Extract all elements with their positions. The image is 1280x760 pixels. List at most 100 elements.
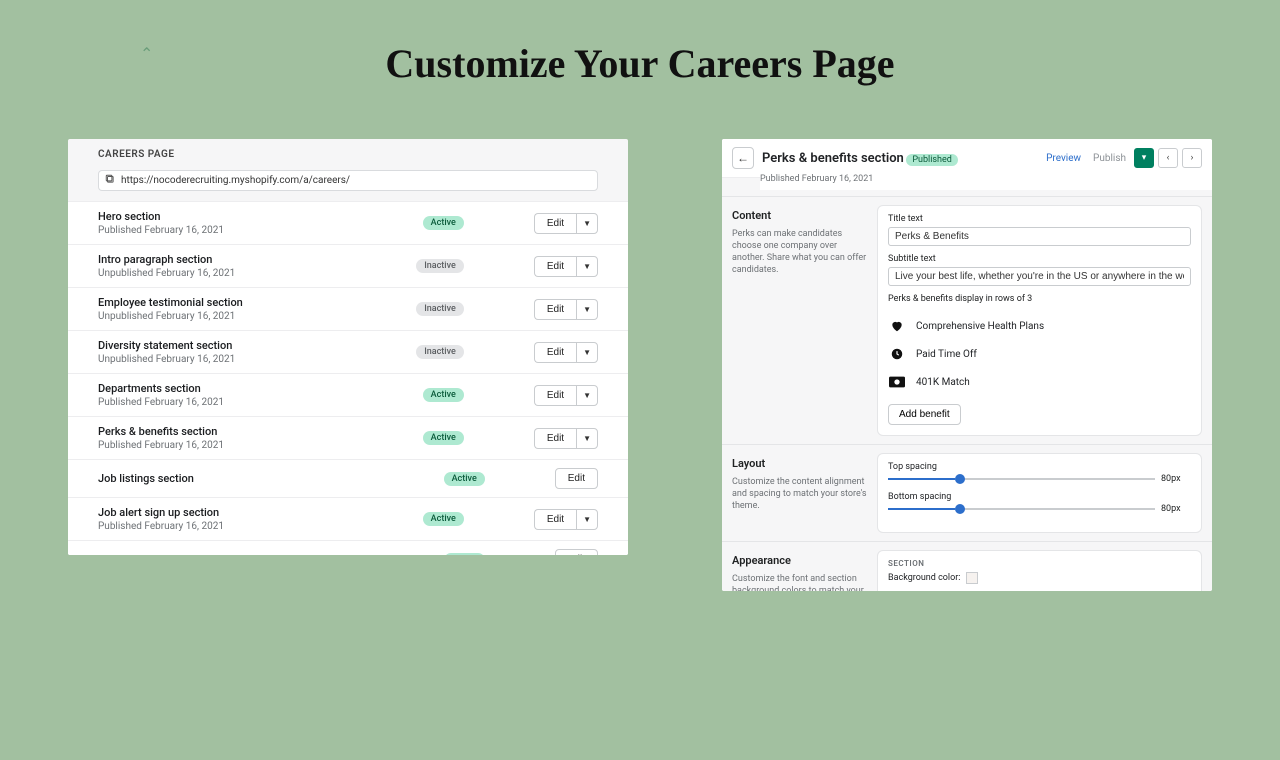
careers-page-heading: CAREERS PAGE	[68, 139, 628, 166]
layout-desc: Customize the content alignment and spac…	[732, 476, 867, 512]
section-name: Perks & benefits section	[98, 425, 224, 438]
bottom-spacing-label: Bottom spacing	[888, 492, 1191, 502]
section-name: Job listings section	[98, 472, 194, 485]
section-subhead: SECTION	[888, 559, 1191, 568]
page-url-text: https://nocoderecruiting.myshopify.com/a…	[121, 175, 350, 186]
section-row: Job description page Active Edit	[68, 540, 628, 555]
section-sub: Published February 16, 2021	[98, 397, 224, 408]
status-badge: Inactive	[416, 259, 464, 273]
content-desc: Perks can make candidates choose one com…	[732, 228, 867, 277]
edit-button[interactable]: Edit	[534, 428, 576, 449]
appearance-card: SECTION Background color: TITLE TEXT Tit…	[877, 550, 1202, 591]
benefit-row[interactable]: Paid Time Off	[888, 340, 1191, 368]
content-heading: Content	[732, 209, 867, 222]
page-title: Customize Your Careers Page	[0, 40, 1280, 87]
rows-note: Perks & benefits display in rows of 3	[888, 294, 1191, 304]
add-benefit-button[interactable]: Add benefit	[888, 404, 961, 425]
section-name: Departments section	[98, 382, 224, 395]
status-badge: Active	[444, 472, 485, 486]
page-url-box[interactable]: https://nocoderecruiting.myshopify.com/a…	[98, 170, 598, 191]
next-button[interactable]: ›	[1182, 148, 1202, 168]
edit-dropdown-button[interactable]: ▼	[576, 213, 598, 234]
edit-button[interactable]: Edit	[555, 468, 598, 489]
edit-dropdown-button[interactable]: ▼	[576, 385, 598, 406]
edit-button[interactable]: Edit	[555, 549, 598, 555]
top-spacing-value: 80px	[1161, 474, 1191, 484]
section-name: Job description page	[98, 553, 201, 555]
layout-card: Top spacing 80px Bottom spacing 80px	[877, 453, 1202, 533]
status-badge: Active	[423, 216, 464, 230]
content-card: Title text Subtitle text Perks & benefit…	[877, 205, 1202, 436]
edit-dropdown-button[interactable]: ▼	[576, 509, 598, 530]
subtitle-text-input[interactable]	[888, 267, 1191, 286]
cash-icon	[888, 373, 906, 391]
section-row: Perks & benefits sectionPublished Februa…	[68, 416, 628, 459]
section-name: Employee testimonial section	[98, 296, 243, 309]
clock-icon	[888, 345, 906, 363]
benefit-name: 401K Match	[916, 377, 970, 388]
subtitle-text-label: Subtitle text	[888, 254, 1191, 264]
benefit-row[interactable]: 401K Match	[888, 368, 1191, 396]
bottom-spacing-slider[interactable]	[888, 508, 1155, 510]
bg-color-swatch[interactable]	[966, 572, 978, 584]
section-sub: Unpublished February 16, 2021	[98, 268, 235, 279]
prev-button[interactable]: ‹	[1158, 148, 1178, 168]
status-badge: Published	[906, 154, 958, 166]
copy-icon	[105, 174, 115, 187]
section-name: Diversity statement section	[98, 339, 235, 352]
benefit-row[interactable]: Comprehensive Health Plans	[888, 312, 1191, 340]
status-badge: Active	[423, 512, 464, 526]
edit-button[interactable]: Edit	[534, 385, 576, 406]
preview-link[interactable]: Preview	[1042, 153, 1085, 164]
title-text-subhead: TITLE TEXT	[888, 590, 1191, 591]
benefit-name: Comprehensive Health Plans	[916, 321, 1044, 332]
edit-button[interactable]: Edit	[534, 509, 576, 530]
edit-dropdown-button[interactable]: ▼	[576, 256, 598, 277]
section-sub: Published February 16, 2021	[98, 521, 224, 532]
status-badge: Inactive	[416, 345, 464, 359]
bg-color-label: Background color:	[888, 573, 960, 583]
section-name: Hero section	[98, 210, 224, 223]
edit-dropdown-button[interactable]: ▼	[576, 342, 598, 363]
section-row: Diversity statement section Unpublished F…	[68, 330, 628, 373]
heart-icon	[888, 317, 906, 335]
appearance-desc: Customize the font and section backgroun…	[732, 573, 867, 591]
benefit-name: Paid Time Off	[916, 349, 977, 360]
section-name: Intro paragraph section	[98, 253, 235, 266]
section-name: Job alert sign up section	[98, 506, 224, 519]
edit-button[interactable]: Edit	[534, 299, 576, 320]
title-text-label: Title text	[888, 214, 1191, 224]
top-spacing-slider[interactable]	[888, 478, 1155, 480]
careers-page-panel: CAREERS PAGE https://nocoderecruiting.my…	[68, 139, 628, 555]
chevron-up-icon: ⌃	[140, 44, 153, 63]
edit-dropdown-button[interactable]: ▼	[576, 299, 598, 320]
status-badge: Active	[423, 431, 464, 445]
section-editor-panel: ← Perks & benefits section Published Pre…	[722, 139, 1212, 591]
save-dropdown-button[interactable]: ▾	[1134, 148, 1154, 168]
section-row: Job listings section Active Edit	[68, 459, 628, 497]
layout-heading: Layout	[732, 457, 867, 470]
status-badge: Inactive	[416, 302, 464, 316]
section-row: Hero section Published February 16, 2021 A…	[68, 201, 628, 244]
status-badge: Active	[444, 553, 485, 556]
publish-link[interactable]: Publish	[1089, 153, 1130, 164]
bottom-spacing-value: 80px	[1161, 504, 1191, 514]
section-row: Employee testimonial section Unpublished …	[68, 287, 628, 330]
editor-subtitle: Published February 16, 2021	[760, 174, 1212, 190]
appearance-heading: Appearance	[732, 554, 867, 567]
editor-title: Perks & benefits section	[762, 151, 904, 166]
section-sub: Published February 16, 2021	[98, 225, 224, 236]
top-spacing-label: Top spacing	[888, 462, 1191, 472]
section-row: Departments section Published February 16…	[68, 373, 628, 416]
edit-button[interactable]: Edit	[534, 342, 576, 363]
back-button[interactable]: ←	[732, 147, 754, 169]
status-badge: Active	[423, 388, 464, 402]
section-sub: Unpublished February 16, 2021	[98, 311, 243, 322]
edit-button[interactable]: Edit	[534, 256, 576, 277]
edit-dropdown-button[interactable]: ▼	[576, 428, 598, 449]
title-text-input[interactable]	[888, 227, 1191, 246]
edit-button[interactable]: Edit	[534, 213, 576, 234]
section-row: Intro paragraph section Unpublished Febru…	[68, 244, 628, 287]
section-row: Job alert sign up section Published Febru…	[68, 497, 628, 540]
section-sub: Unpublished February 16, 2021	[98, 354, 235, 365]
